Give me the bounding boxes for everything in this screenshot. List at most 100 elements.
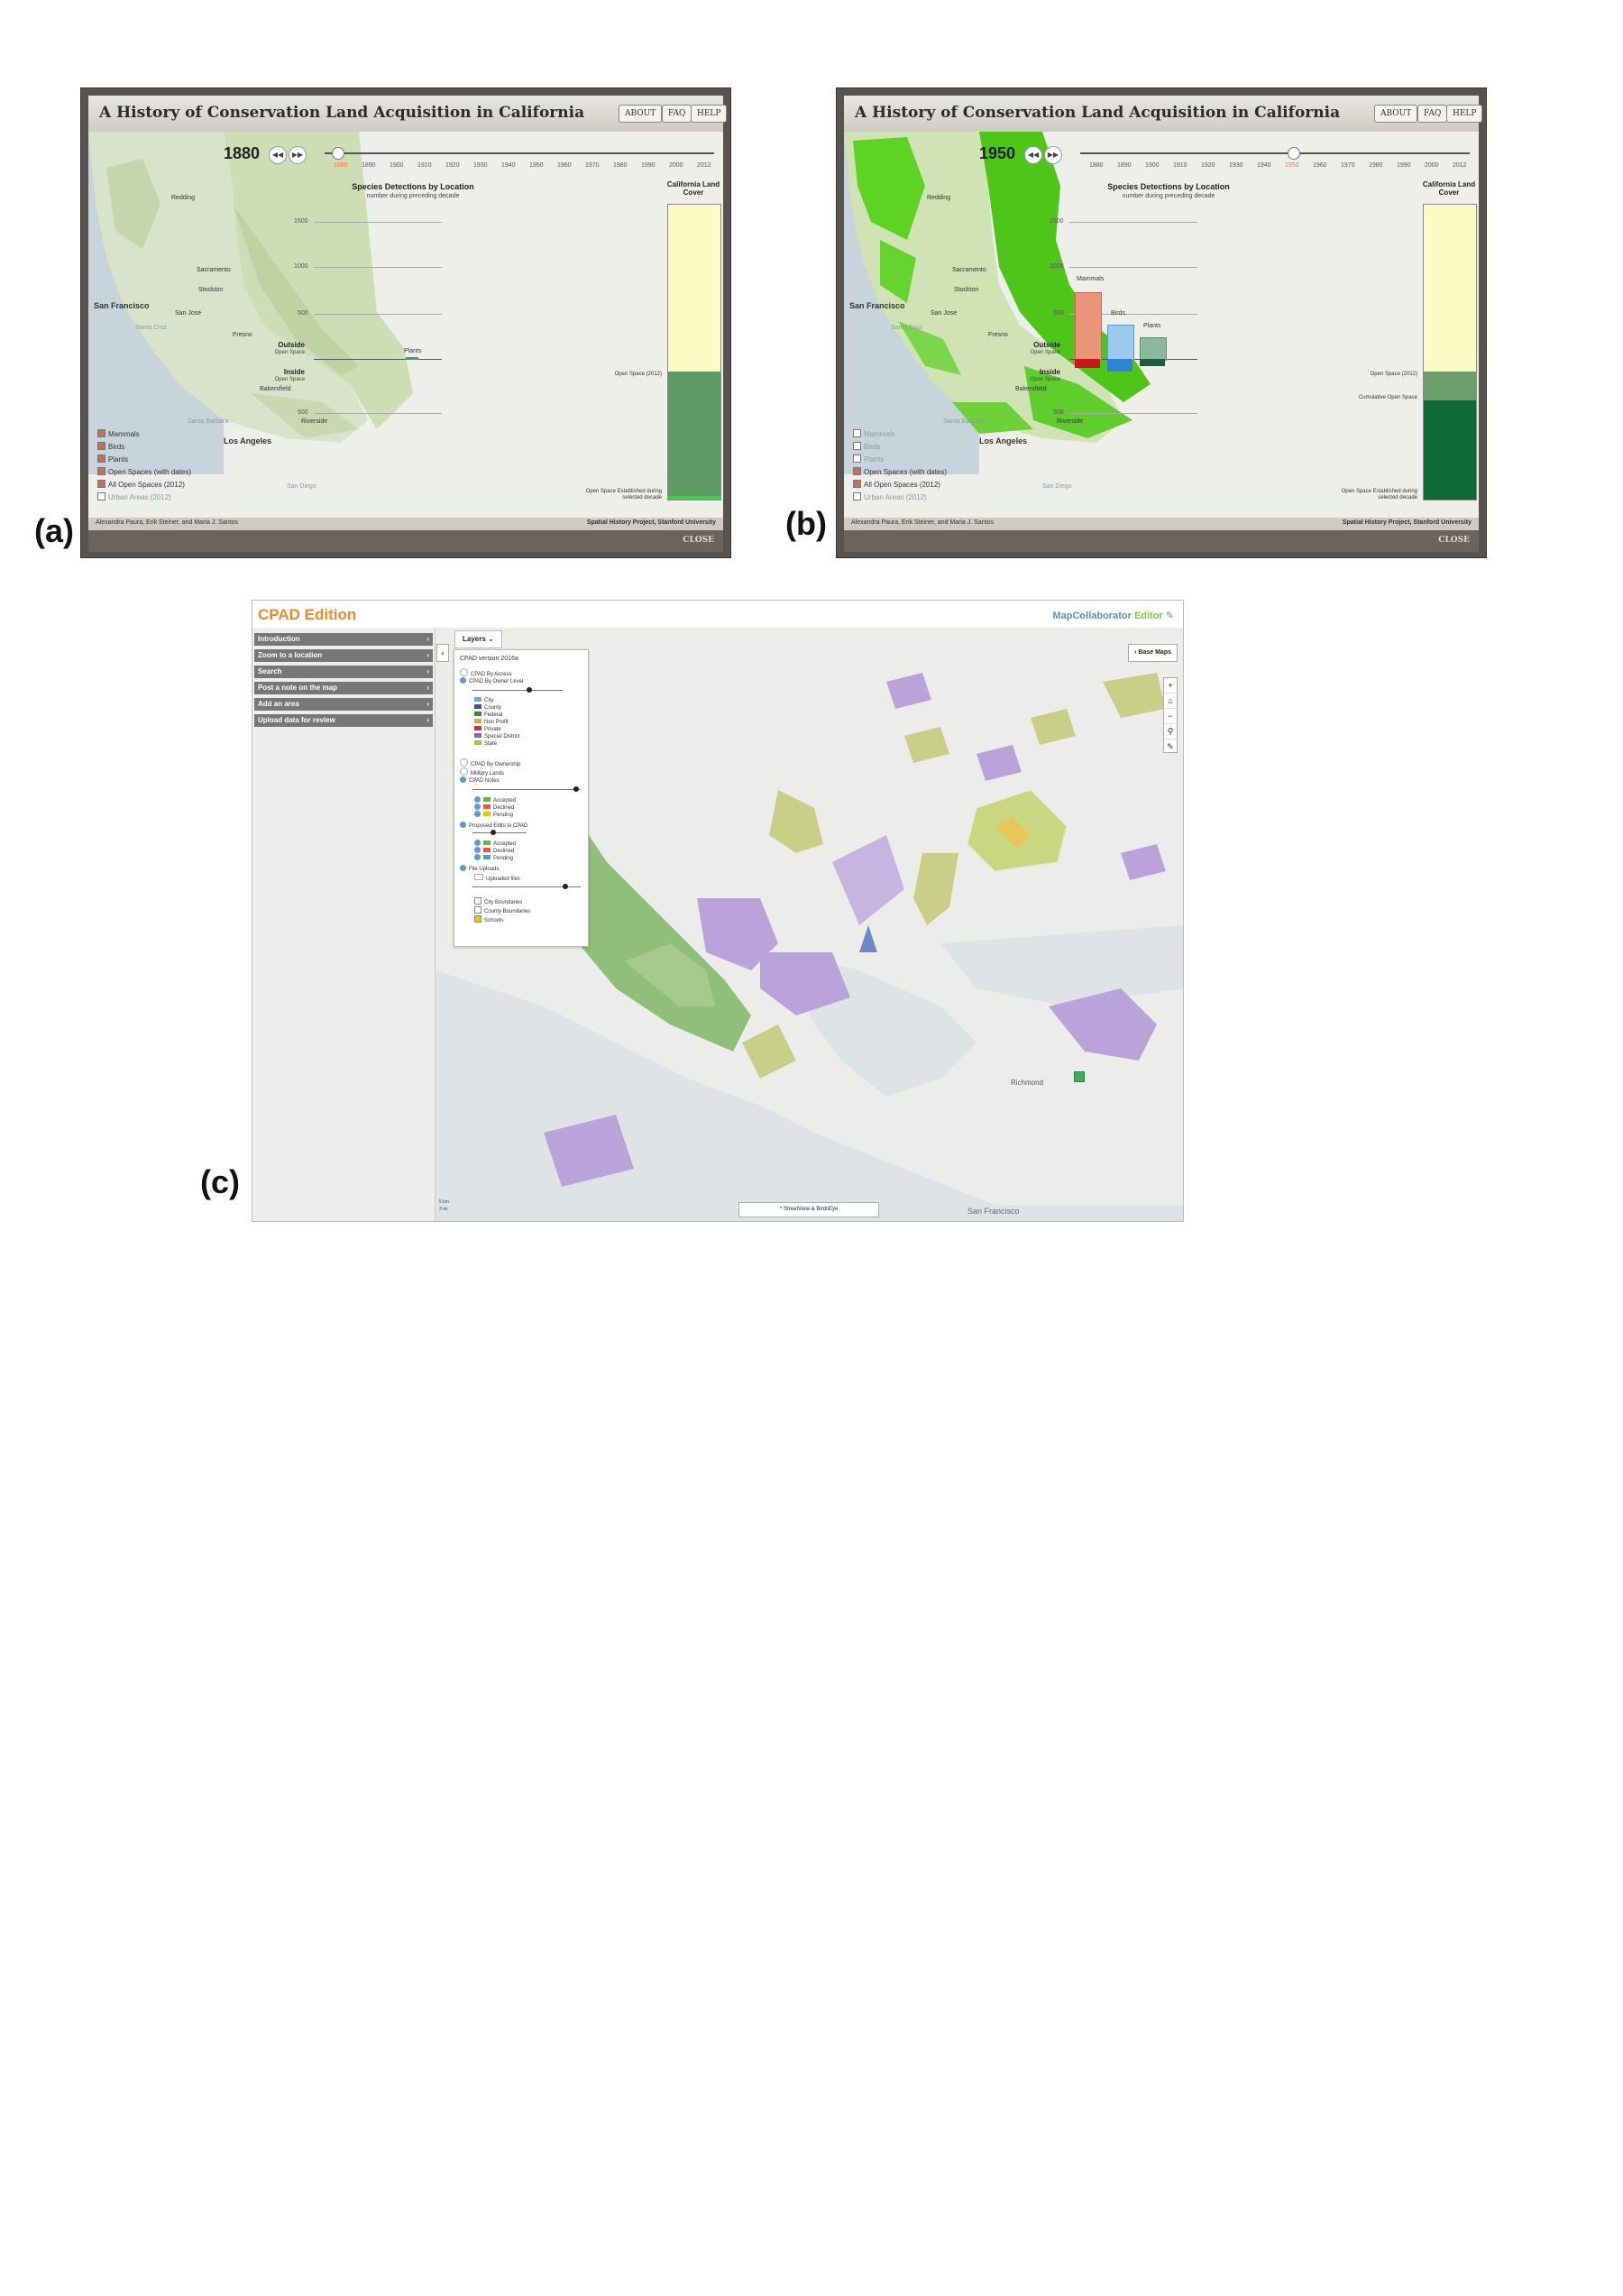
help-button[interactable]: HELP bbox=[691, 105, 728, 123]
timeline-tick[interactable]: 1970 bbox=[585, 162, 600, 169]
timeline-tick[interactable]: 1930 bbox=[473, 162, 488, 169]
timeline-tick[interactable]: 1960 bbox=[1313, 162, 1327, 169]
timeline-tick[interactable]: 1990 bbox=[1397, 162, 1411, 169]
nav-introduction[interactable]: Introduction › bbox=[254, 633, 433, 646]
timeline-tick[interactable]: 1990 bbox=[641, 162, 656, 169]
proposed-accepted[interactable]: Accepted bbox=[474, 840, 516, 847]
help-button[interactable]: HELP bbox=[1446, 105, 1483, 123]
timeline-tick[interactable]: 1930 bbox=[1229, 162, 1243, 169]
legend-open-spaces-dated[interactable]: Open Spaces (with dates) bbox=[97, 467, 191, 476]
proposed-declined[interactable]: Declined bbox=[474, 847, 514, 854]
nav-add-area[interactable]: Add an area › bbox=[254, 698, 433, 711]
timeline-tick[interactable]: 1950 bbox=[1285, 162, 1299, 169]
layer-notes[interactable]: CPAD Notes bbox=[460, 776, 500, 784]
rewind-icon[interactable]: ◀◀ bbox=[1024, 146, 1042, 164]
legend-open-spaces-dated[interactable]: Open Spaces (with dates) bbox=[853, 467, 947, 476]
timeline-tick[interactable]: 1890 bbox=[362, 162, 376, 169]
nav-search[interactable]: Search › bbox=[254, 666, 433, 678]
legend-urban-areas[interactable]: Urban Areas (2012) bbox=[853, 492, 927, 501]
fast-forward-icon[interactable]: ▶▶ bbox=[1044, 146, 1062, 164]
timeline-tick[interactable]: 1960 bbox=[557, 162, 572, 169]
layer-military[interactable]: Military Lands bbox=[460, 767, 504, 776]
note-pending[interactable]: Pending bbox=[474, 811, 513, 818]
timeline-track[interactable] bbox=[1080, 152, 1470, 154]
search-icon[interactable]: ⚲ bbox=[1164, 724, 1177, 739]
legend-birds[interactable]: Birds bbox=[853, 442, 880, 451]
timeline-tick[interactable]: 1900 bbox=[1145, 162, 1160, 169]
timeline-tick[interactable]: 1900 bbox=[390, 162, 404, 169]
close-button[interactable]: CLOSE bbox=[683, 536, 714, 545]
layer-file-uploads[interactable]: File Uploads bbox=[460, 865, 499, 872]
timeline-tick[interactable]: 1920 bbox=[445, 162, 460, 169]
opacity-slider[interactable] bbox=[472, 884, 581, 889]
timeline-slider-handle[interactable] bbox=[332, 147, 344, 160]
footer: Alexandra Paura, Erik Steiner, and Maria… bbox=[88, 518, 723, 530]
timeline-slider-handle[interactable] bbox=[1288, 147, 1300, 160]
opacity-slider[interactable] bbox=[472, 687, 563, 693]
timeline-tick[interactable]: 1980 bbox=[1369, 162, 1383, 169]
layers-button[interactable]: Layers ⌄ bbox=[454, 630, 502, 648]
legend-mammals[interactable]: Mammals bbox=[853, 429, 895, 438]
timeline-tick[interactable]: 2000 bbox=[1425, 162, 1439, 169]
layer-by-owner-level[interactable]: CPAD By Owner Level bbox=[460, 677, 523, 684]
opacity-slider[interactable] bbox=[472, 830, 527, 835]
layer-city-boundaries[interactable]: City Boundaries bbox=[474, 897, 522, 905]
about-button[interactable]: ABOUT bbox=[1374, 105, 1418, 123]
map-area[interactable]: 1880 ◀◀ ▶▶ 1880 1890 1900 1910 1920 1930… bbox=[88, 132, 723, 518]
rewind-icon[interactable]: ◀◀ bbox=[269, 146, 287, 164]
timeline-tick[interactable]: 1970 bbox=[1341, 162, 1355, 169]
streetview-button[interactable]: ^ StreetView & BirdsEye bbox=[738, 1202, 879, 1217]
timeline-tick[interactable]: 1910 bbox=[1173, 162, 1187, 169]
layer-by-access[interactable]: CPAD By Access bbox=[460, 668, 512, 677]
note-declined[interactable]: Declined bbox=[474, 804, 514, 811]
legend-plants[interactable]: Plants bbox=[853, 455, 884, 464]
map-canvas[interactable]: ‹ Layers ⌄ CPAD version 2016a CPAD By Ac… bbox=[436, 628, 1183, 1221]
fast-forward-icon[interactable]: ▶▶ bbox=[289, 146, 307, 164]
timeline-tick[interactable]: 1940 bbox=[1257, 162, 1271, 169]
about-button[interactable]: ABOUT bbox=[619, 105, 663, 123]
opacity-slider[interactable] bbox=[472, 786, 581, 792]
close-button[interactable]: CLOSE bbox=[1438, 536, 1470, 545]
base-maps-button[interactable]: ‹ Base Maps bbox=[1128, 644, 1178, 662]
timeline-tick[interactable]: 1890 bbox=[1117, 162, 1132, 169]
timeline-tick[interactable]: 1910 bbox=[417, 162, 432, 169]
nav-post-note[interactable]: Post a note on the map › bbox=[254, 682, 433, 694]
legend-plants[interactable]: Plants bbox=[97, 455, 128, 464]
faq-button[interactable]: FAQ bbox=[662, 105, 692, 123]
timeline-tick[interactable]: 2012 bbox=[1453, 162, 1467, 169]
collapse-panel-button[interactable]: ‹ bbox=[436, 644, 449, 662]
faq-button[interactable]: FAQ bbox=[1417, 105, 1448, 123]
legend-all-open-spaces[interactable]: All Open Spaces (2012) bbox=[97, 480, 185, 489]
nav-zoom-to-location[interactable]: Zoom to a location › bbox=[254, 649, 433, 662]
map-area[interactable]: 1950 ◀◀ ▶▶ 1880 1890 1900 1910 1920 1930… bbox=[844, 132, 1479, 518]
city-label: San Jose bbox=[175, 310, 202, 317]
timeline-tick[interactable]: 1980 bbox=[613, 162, 628, 169]
layer-schools[interactable]: Schools bbox=[474, 915, 503, 923]
layer-county-boundaries[interactable]: County Boundaries bbox=[474, 906, 530, 914]
uploaded-files[interactable]: Uploaded files bbox=[474, 874, 520, 882]
timeline-track[interactable] bbox=[325, 152, 714, 154]
zoom-out-icon[interactable]: − bbox=[1164, 709, 1177, 724]
zoom-in-icon[interactable]: + bbox=[1164, 678, 1177, 693]
legend-mammals[interactable]: Mammals bbox=[97, 429, 140, 438]
timeline-tick[interactable]: 1880 bbox=[1089, 162, 1104, 169]
city-label: Sacramento bbox=[197, 267, 231, 273]
proposed-pending[interactable]: Pending bbox=[474, 854, 513, 861]
timeline-tick[interactable]: 1940 bbox=[501, 162, 516, 169]
layer-proposed-edits[interactable]: Proposed Edits to CPAD bbox=[460, 822, 527, 829]
legend-urban-areas[interactable]: Urban Areas (2012) bbox=[97, 492, 171, 501]
map-marker-icon[interactable] bbox=[1074, 1071, 1085, 1082]
note-accepted[interactable]: Accepted bbox=[474, 796, 516, 804]
history-app-panel-b: A History of Conservation Land Acquisiti… bbox=[837, 88, 1486, 557]
layer-by-ownership[interactable]: CPAD By Ownership bbox=[460, 758, 520, 767]
legend-birds[interactable]: Birds bbox=[97, 442, 124, 451]
pencil-icon[interactable]: ✎ bbox=[1164, 739, 1177, 754]
timeline-tick[interactable]: 2012 bbox=[697, 162, 711, 169]
timeline-tick[interactable]: 1880 bbox=[334, 162, 348, 169]
home-icon[interactable]: ⌂ bbox=[1164, 693, 1177, 709]
timeline-tick[interactable]: 2000 bbox=[669, 162, 683, 169]
nav-upload-data[interactable]: Upload data for review › bbox=[254, 714, 433, 727]
timeline-tick[interactable]: 1950 bbox=[529, 162, 544, 169]
timeline-tick[interactable]: 1920 bbox=[1201, 162, 1215, 169]
legend-all-open-spaces[interactable]: All Open Spaces (2012) bbox=[853, 480, 940, 489]
